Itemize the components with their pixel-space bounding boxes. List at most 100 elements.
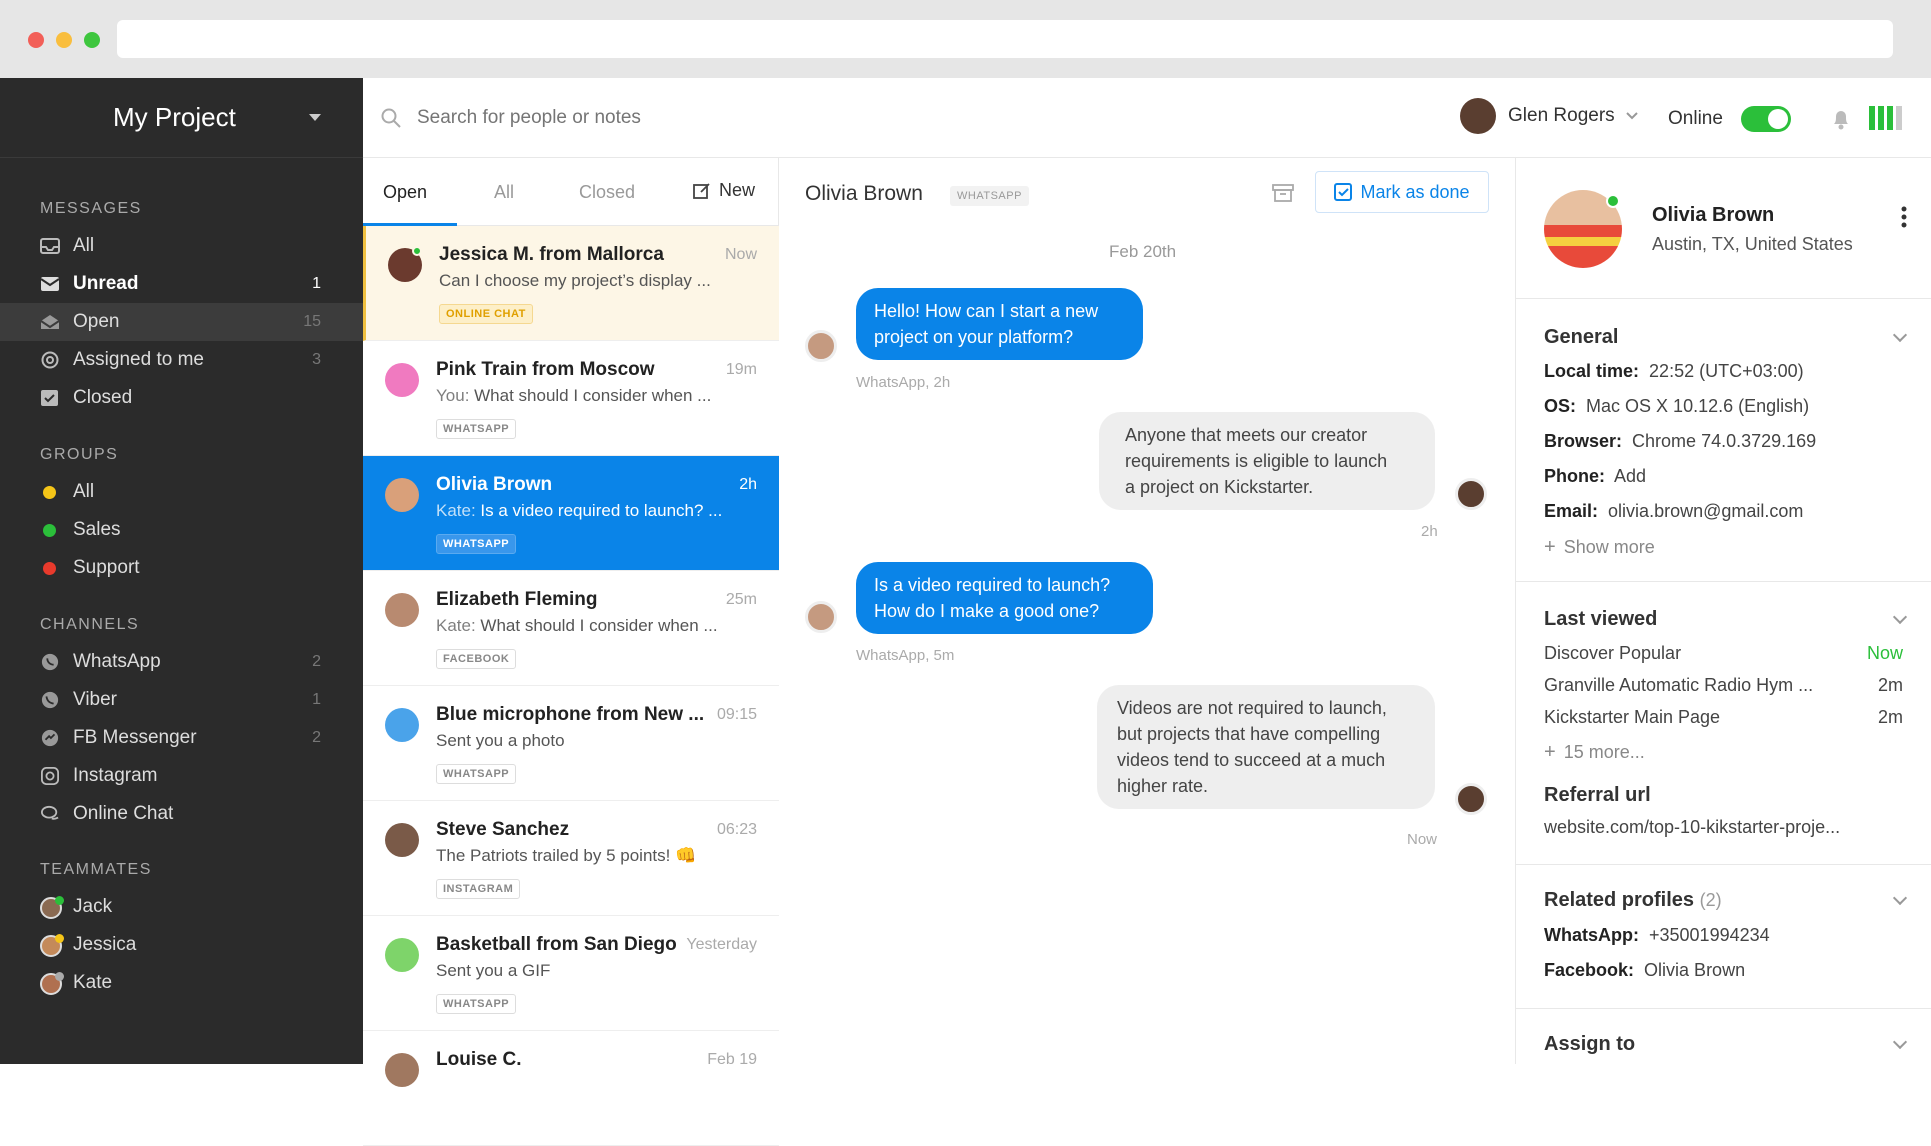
conversation-item[interactable]: Basketball from San Diego Yesterday Sent y… xyxy=(363,916,779,1031)
close-window-icon[interactable] xyxy=(28,32,44,48)
sidebar-item-label: WhatsApp xyxy=(73,651,161,672)
green-dot-icon xyxy=(43,524,56,537)
chat-header: Olivia Brown WHATSAPP Mark as done xyxy=(779,158,1515,226)
chevron-down-icon[interactable] xyxy=(1892,609,1908,625)
message-line: requirements is eligible to launch xyxy=(1125,451,1388,471)
conversation-item[interactable]: Louise C. Feb 19 xyxy=(363,1031,779,1146)
conversation-time: 06:23 xyxy=(716,821,757,838)
chevron-down-icon[interactable] xyxy=(1892,890,1908,906)
related-profiles-title[interactable]: Related profiles (2) xyxy=(1544,889,1722,912)
avatar xyxy=(40,972,64,995)
message-bubble: Is a video required to launch? How do I … xyxy=(856,562,1153,634)
more-pages-button[interactable]: +15 more... xyxy=(1544,741,1645,764)
local-time-row: Local time: 22:52 (UTC+03:00) xyxy=(1544,361,1804,382)
viewed-page[interactable]: Kickstarter Main Page xyxy=(1544,707,1720,728)
sidebar-item-group-sales[interactable]: Sales xyxy=(0,511,363,549)
tab-all[interactable]: All xyxy=(494,182,514,203)
message-line: Videos are not required to launch, xyxy=(1117,698,1387,718)
show-more-label: Show more xyxy=(1563,537,1655,557)
conversation-item[interactable]: Elizabeth Fleming 25m Kate: What should I … xyxy=(363,571,779,686)
instagram-icon xyxy=(41,767,59,785)
chevron-down-icon[interactable] xyxy=(1892,327,1908,343)
messages-header: MESSAGES xyxy=(40,200,142,217)
referral-url[interactable]: website.com/top-10-kikstarter-proje... xyxy=(1544,817,1840,838)
conversation-item[interactable]: Steve Sanchez 06:23 The Patriots trailed b… xyxy=(363,801,779,916)
conversation-list: Open All Closed New Jessica M. from Mall… xyxy=(363,158,779,1146)
viber-count: 1 xyxy=(312,691,321,708)
sidebar-item-teammate-jack[interactable]: Jack xyxy=(0,888,363,926)
user-menu[interactable]: Glen Rogers xyxy=(1460,98,1639,134)
whatsapp-icon xyxy=(41,653,59,671)
last-viewed-section-title[interactable]: Last viewed xyxy=(1544,608,1657,631)
avatar xyxy=(385,478,419,512)
archive-icon[interactable] xyxy=(1272,183,1294,203)
more-vertical-icon[interactable] xyxy=(1901,206,1907,228)
sidebar-item-instagram[interactable]: Instagram xyxy=(0,757,363,795)
sidebar-item-closed[interactable]: Closed xyxy=(0,379,363,417)
message-line: higher rate. xyxy=(1117,776,1209,796)
email-row: Email: olivia.brown@gmail.com xyxy=(1544,501,1803,522)
status-dot-icon xyxy=(55,972,64,981)
message-line: a project on Kickstarter. xyxy=(1125,477,1314,497)
message-bubble: Videos are not required to launch, but p… xyxy=(1097,685,1435,809)
sidebar-item-open[interactable]: Open 15 xyxy=(0,303,363,341)
search-input[interactable] xyxy=(417,104,817,132)
sidebar-item-label: All xyxy=(73,235,95,256)
sidebar-item-fb-messenger[interactable]: FB Messenger 2 xyxy=(0,719,363,757)
apps-icon[interactable] xyxy=(1869,106,1905,130)
messenger-count: 2 xyxy=(312,729,321,746)
whatsapp-row: WhatsApp: +35001994234 xyxy=(1544,925,1770,946)
sidebar-item-whatsapp[interactable]: WhatsApp 2 xyxy=(0,643,363,681)
tab-open[interactable]: Open xyxy=(383,182,427,203)
sidebar-item-viber[interactable]: Viber 1 xyxy=(0,681,363,719)
browser-row: Browser: Chrome 74.0.3729.169 xyxy=(1544,431,1816,452)
add-phone-link[interactable]: Add xyxy=(1614,466,1646,486)
sidebar-item-unread[interactable]: Unread 1 xyxy=(0,265,363,303)
viber-icon xyxy=(41,691,59,709)
user-name: Glen Rogers xyxy=(1508,105,1615,126)
conversation-item[interactable]: Jessica M. from Mallorca Now Can I choose … xyxy=(363,226,779,341)
conversation-item[interactable]: Blue microphone from New ... 09:15 Sent yo… xyxy=(363,686,779,801)
field-label: Facebook: xyxy=(1544,960,1635,980)
mark-as-done-button[interactable]: Mark as done xyxy=(1315,171,1489,213)
maximize-window-icon[interactable] xyxy=(84,32,100,48)
avatar xyxy=(385,1053,419,1087)
mark-done-label: Mark as done xyxy=(1360,181,1470,202)
bell-icon[interactable] xyxy=(1831,108,1851,130)
project-switcher[interactable]: My Project xyxy=(0,78,363,158)
conversation-item[interactable]: Olivia Brown 2h Kate: Is a video required … xyxy=(363,456,779,571)
avatar xyxy=(1460,98,1496,134)
sidebar-item-online-chat[interactable]: Online Chat xyxy=(0,795,363,833)
tab-closed[interactable]: Closed xyxy=(579,182,635,203)
preview-text: Sent you a photo xyxy=(436,731,565,750)
online-toggle[interactable] xyxy=(1741,106,1791,132)
conversation-item[interactable]: Pink Train from Moscow 19m You: What shoul… xyxy=(363,341,779,456)
field-value: +35001994234 xyxy=(1649,925,1770,945)
assign-to-title[interactable]: Assign to xyxy=(1544,1033,1635,1056)
conversation-name: Jessica M. from Mallorca xyxy=(439,244,664,265)
profile-name: Olivia Brown xyxy=(1652,204,1775,226)
channel-tag: WHATSAPP xyxy=(436,419,517,439)
address-bar[interactable] xyxy=(117,20,1893,58)
minimize-window-icon[interactable] xyxy=(56,32,72,48)
sidebar-item-label: Support xyxy=(73,557,140,578)
checkbox-icon xyxy=(41,390,58,406)
groups-header: GROUPS xyxy=(40,446,119,463)
sidebar-item-teammate-jessica[interactable]: Jessica xyxy=(0,926,363,964)
sidebar-item-group-all[interactable]: All xyxy=(0,473,363,511)
show-more-button[interactable]: + Show more xyxy=(1544,536,1655,559)
sidebar-item-all-messages[interactable]: All xyxy=(0,227,363,265)
viewed-page[interactable]: Discover Popular xyxy=(1544,643,1681,664)
sidebar-item-teammate-kate[interactable]: Kate xyxy=(0,964,363,1002)
channel-tag: WHATSAPP xyxy=(436,534,517,554)
sidebar-item-assigned[interactable]: Assigned to me 3 xyxy=(0,341,363,379)
general-section-title[interactable]: General xyxy=(1544,326,1618,349)
viewed-page[interactable]: Granville Automatic Radio Hym ... xyxy=(1544,675,1813,696)
preview-prefix: Kate: xyxy=(436,501,481,520)
new-conversation-button[interactable]: New xyxy=(693,180,755,201)
new-label: New xyxy=(719,180,756,200)
browser-chrome xyxy=(0,0,1931,78)
field-value: olivia.brown@gmail.com xyxy=(1608,501,1804,521)
sidebar-item-group-support[interactable]: Support xyxy=(0,549,363,587)
chevron-down-icon[interactable] xyxy=(1892,1034,1908,1050)
